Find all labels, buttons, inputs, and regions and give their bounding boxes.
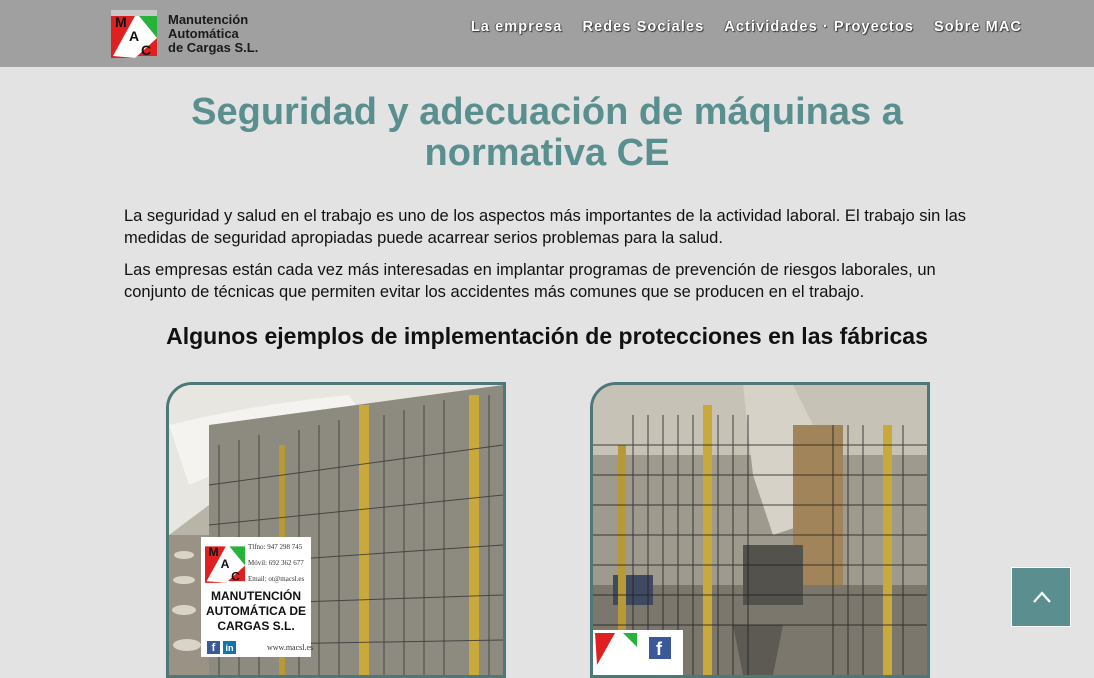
facebook-icon: f [207, 641, 220, 654]
mac-logo-mark-icon: M A C [205, 545, 245, 583]
svg-text:C: C [231, 569, 240, 583]
scroll-to-top-button[interactable] [1011, 567, 1071, 627]
page-title: Seguridad y adecuación de máquinas a nor… [191, 91, 903, 174]
top-navbar: M A C Manutención Automática de Cargas S… [0, 0, 1094, 67]
chevron-up-icon [1033, 591, 1051, 603]
main-nav: La empresa Redes Sociales Actividades · … [471, 19, 1022, 35]
watermark-email: Email: ot@macsl.es [248, 575, 305, 583]
watermark-phone: Tlfno: 947 298 745 [248, 543, 303, 551]
mac-logo-mark-icon: M A C [111, 10, 157, 58]
logo-letter-c: C [141, 42, 151, 58]
logo-company-name: Manutención Automática de Cargas S.L. [168, 13, 258, 55]
nav-la-empresa[interactable]: La empresa [471, 19, 563, 35]
linkedin-icon: in [223, 641, 236, 654]
logo-line-2: Automática [168, 26, 239, 41]
svg-text:M: M [208, 545, 218, 559]
svg-text:f: f [656, 639, 663, 659]
company-watermark-card: M A C Tlfno: 947 298 745 Móvil: 692 362 … [201, 537, 314, 657]
site-logo[interactable]: M A C Manutención Automática de Cargas S… [111, 10, 271, 60]
section-subtitle: Algunos ejemplos de implementación de pr… [166, 323, 928, 349]
nav-sobre-mac[interactable]: Sobre MAC [934, 19, 1022, 35]
nav-actividades-proyectos[interactable]: Actividades · Proyectos [724, 19, 914, 35]
logo-line-3: de Cargas S.L. [168, 40, 259, 55]
watermark-web: www.macsl.es [267, 643, 314, 652]
gallery-photo-2[interactable]: f [590, 382, 930, 678]
intro-paragraph-1: La seguridad y salud en el trabajo es un… [124, 207, 966, 247]
logo-line-1: Manutención [168, 12, 249, 27]
logo-letter-a: A [129, 28, 139, 44]
robot-cell-fence-image: f [593, 385, 927, 675]
watermark-mobile: Móvil: 692 362 677 [248, 559, 304, 567]
logo-letter-m: M [115, 14, 127, 30]
watermark-company: MANUTENCIÓN AUTOMÁTICA DE CARGAS S.L. [206, 589, 306, 633]
svg-text:A: A [221, 557, 230, 571]
nav-redes-sociales[interactable]: Redes Sociales [582, 19, 704, 35]
intro-paragraph-2: Las empresas están cada vez más interesa… [124, 261, 936, 301]
gallery-photo-1[interactable]: M A C Tlfno: 947 298 745 Móvil: 692 362 … [166, 382, 506, 678]
